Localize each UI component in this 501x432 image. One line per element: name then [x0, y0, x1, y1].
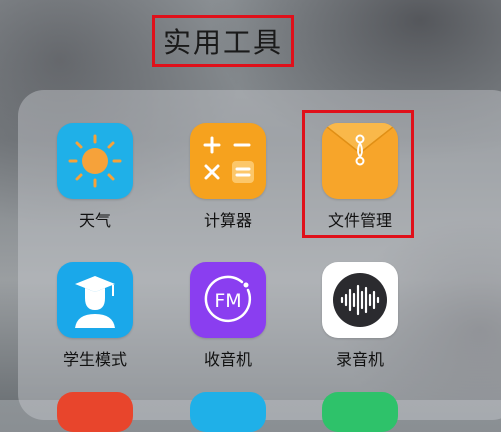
app-partial-1[interactable] [57, 392, 133, 432]
app-recorder[interactable]: 录音机 [300, 262, 420, 370]
calculator-icon [190, 123, 266, 199]
svg-text:FM: FM [214, 290, 241, 312]
app-calculator[interactable]: 计算器 [168, 123, 288, 231]
folder-title[interactable]: 实用工具 [152, 15, 294, 67]
sun-icon [57, 123, 133, 199]
app-label: 录音机 [335, 350, 384, 369]
highlight-box [302, 110, 414, 238]
app-weather[interactable]: 天气 [35, 123, 155, 231]
folder-title-text: 实用工具 [162, 26, 283, 59]
fm-radio-icon: FM [190, 262, 266, 338]
graduate-icon [57, 262, 133, 338]
app-partial-3[interactable] [322, 392, 398, 432]
sound-wave-icon [322, 262, 398, 338]
app-student-mode[interactable]: 学生模式 [35, 262, 155, 370]
app-label: 计算器 [203, 211, 252, 230]
app-partial-2[interactable] [190, 392, 266, 432]
app-radio[interactable]: FM 收音机 [168, 262, 288, 370]
app-label: 学生模式 [62, 350, 127, 369]
app-label: 天气 [78, 211, 111, 230]
app-label: 收音机 [203, 350, 252, 369]
